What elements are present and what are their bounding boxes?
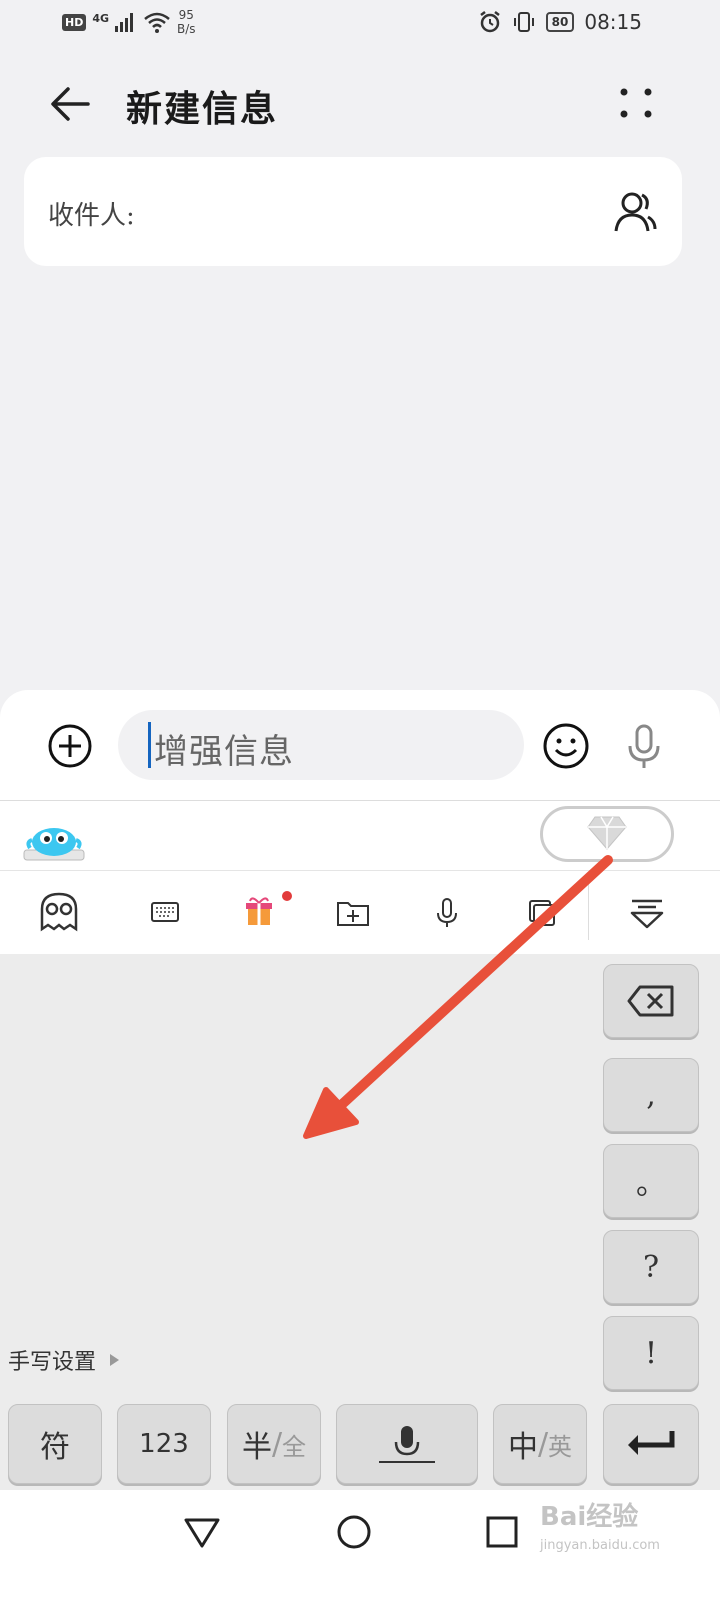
- slash: /: [271, 1426, 283, 1462]
- diamond-icon: [587, 816, 627, 850]
- hd-badge: HD: [62, 13, 87, 31]
- microphone-icon[interactable]: [424, 889, 470, 935]
- language-toggle-key[interactable]: 中 / 英: [493, 1404, 587, 1484]
- backspace-key[interactable]: [603, 964, 699, 1038]
- voice-space-key[interactable]: [336, 1404, 478, 1484]
- period-key[interactable]: 。: [603, 1144, 699, 1218]
- recipient-card[interactable]: 收件人:: [24, 157, 682, 266]
- gift-icon[interactable]: [236, 889, 282, 935]
- speed-value: 95: [178, 8, 194, 22]
- ime-toolbar: [0, 870, 720, 955]
- back-triangle-icon[interactable]: [182, 1512, 222, 1552]
- speed-unit: B/s: [177, 22, 196, 36]
- handwriting-settings-link[interactable]: 手写设置: [8, 1344, 120, 1376]
- status-left: HD 4G 95 B/s: [62, 8, 196, 36]
- home-circle-icon[interactable]: [334, 1512, 374, 1552]
- clipboard-icon[interactable]: [518, 889, 564, 935]
- chevron-right-icon: [110, 1354, 120, 1366]
- microphone-icon[interactable]: [624, 722, 664, 770]
- more-dots-icon[interactable]: [616, 84, 656, 124]
- folder-add-icon[interactable]: [330, 889, 376, 935]
- network-type: 4G: [92, 11, 110, 25]
- exclamation-key[interactable]: !: [603, 1316, 699, 1390]
- page-title: 新建信息: [126, 88, 279, 130]
- recipient-label: 收件人:: [48, 201, 135, 231]
- watermark-brand: Bai经验: [540, 1502, 639, 1532]
- recents-square-icon[interactable]: [482, 1512, 522, 1552]
- status-right: 80 08:15: [478, 10, 642, 34]
- question-key[interactable]: ?: [603, 1230, 699, 1304]
- battery-indicator: 80: [545, 12, 575, 32]
- vibrate-icon: [513, 12, 534, 32]
- message-input[interactable]: 增强信息: [118, 710, 524, 780]
- add-circle-icon[interactable]: [46, 722, 94, 770]
- chinese-label: 中: [507, 1430, 538, 1465]
- full-label: 全: [282, 1432, 307, 1461]
- network-speed: 95 B/s: [177, 8, 196, 36]
- text-cursor: [148, 722, 151, 768]
- number-key[interactable]: 123: [117, 1404, 211, 1484]
- skin-icon[interactable]: [36, 889, 82, 935]
- half-full-key[interactable]: 半 / 全: [227, 1404, 321, 1484]
- collapse-icon[interactable]: [624, 889, 670, 935]
- enter-icon: [628, 1431, 675, 1455]
- clock: 08:15: [584, 10, 642, 34]
- alarm-icon: [479, 11, 500, 33]
- mascot-icon[interactable]: [22, 820, 86, 862]
- signal-icon: [115, 13, 134, 32]
- status-bar: HD 4G 95 B/s 80 08:15: [0, 0, 720, 50]
- back-arrow-icon[interactable]: [48, 82, 92, 126]
- message-placeholder: 增强信息: [154, 732, 294, 772]
- handwriting-settings-label: 手写设置: [8, 1350, 97, 1375]
- keyboard-icon[interactable]: [142, 889, 188, 935]
- vip-toggle[interactable]: [540, 806, 674, 862]
- navigation-bar: Bai经验 jingyan.baidu.com: [0, 1490, 720, 1600]
- emoji-icon[interactable]: [540, 720, 592, 772]
- backspace-icon: [627, 985, 674, 1017]
- slash: /: [537, 1426, 549, 1462]
- comma-key[interactable]: ,: [603, 1058, 699, 1132]
- notification-dot: [282, 891, 292, 901]
- enter-key[interactable]: [603, 1404, 699, 1484]
- english-label: 英: [548, 1432, 573, 1461]
- wifi-icon: [144, 12, 170, 33]
- symbol-key[interactable]: 符: [8, 1404, 102, 1484]
- toolbar-divider: [588, 880, 589, 940]
- microphone-icon: [379, 1426, 435, 1463]
- watermark-site: jingyan.baidu.com: [540, 1538, 660, 1553]
- contact-icon[interactable]: [612, 189, 658, 235]
- half-label: 半: [241, 1430, 272, 1465]
